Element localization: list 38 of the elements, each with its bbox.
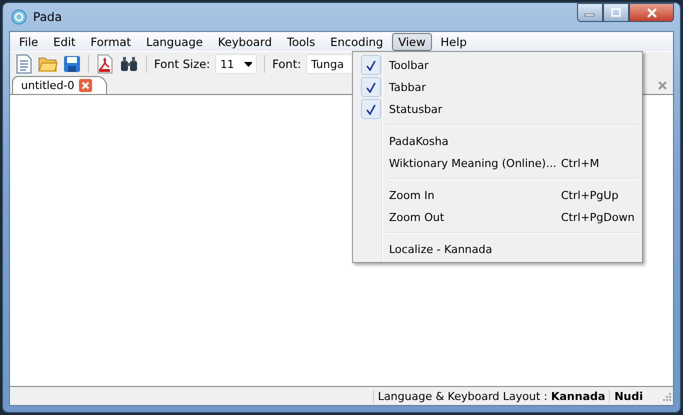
menu-option[interactable]: Wiktionary Meaning (Online)... Ctrl+M — [355, 152, 640, 174]
maximize-icon — [610, 8, 622, 18]
app-icon — [11, 9, 27, 25]
close-tab-icon[interactable] — [79, 78, 92, 92]
window-title: Pada — [33, 10, 62, 24]
document-tab[interactable]: untitled-0 — [12, 76, 108, 94]
resize-grip-icon[interactable] — [661, 391, 671, 401]
font-size-dropdown[interactable]: 11 — [215, 54, 258, 74]
keyboard-status: Nudi — [609, 390, 647, 402]
menu-item[interactable]: Language — [140, 32, 209, 50]
menu-item[interactable]: Edit — [47, 32, 82, 50]
close-icon — [646, 8, 658, 18]
menu-item[interactable]: Encoding — [324, 32, 390, 50]
menu-option[interactable]: Toolbar — [355, 54, 640, 76]
binoculars-icon[interactable] — [119, 55, 139, 73]
layout-status: Language & Keyboard Layout : Kannada — [372, 390, 610, 402]
menu-item[interactable]: Format — [84, 32, 138, 50]
new-document-icon[interactable] — [15, 54, 33, 74]
pdf-document-icon[interactable] — [96, 54, 114, 74]
menu-item[interactable]: View — [392, 32, 432, 50]
menu-option[interactable]: Localize - Kannada — [355, 238, 640, 260]
menu-option[interactable]: PadaKosha — [355, 130, 640, 152]
menu-item[interactable]: Keyboard — [212, 32, 278, 50]
close-button[interactable] — [629, 3, 674, 22]
menu-item[interactable]: Tools — [280, 32, 322, 50]
menu-option[interactable]: Tabbar — [355, 76, 640, 98]
menu-option[interactable]: Zoom In Ctrl+PgUp — [355, 184, 640, 206]
menu-option[interactable]: Zoom Out Ctrl+PgDown — [355, 206, 640, 228]
save-icon[interactable] — [63, 55, 81, 73]
font-size-label: Font Size: — [154, 57, 210, 71]
folder-icon[interactable] — [38, 55, 58, 73]
font-label: Font: — [272, 57, 302, 71]
menu-item[interactable]: File — [13, 32, 44, 50]
maximize-button[interactable] — [603, 3, 629, 22]
dropdown-arrow-icon — [244, 62, 252, 66]
menu-option[interactable]: Statusbar — [355, 98, 640, 120]
minimize-button[interactable] — [577, 3, 603, 22]
menu-item[interactable]: Help — [434, 32, 473, 50]
